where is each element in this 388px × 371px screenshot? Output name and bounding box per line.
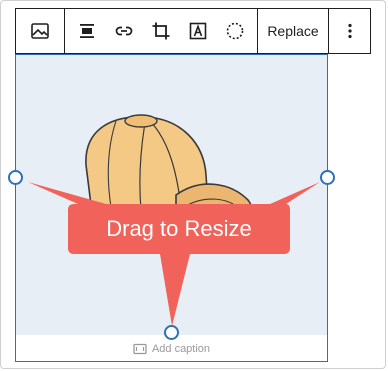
caption-area[interactable]: Add caption [16, 341, 327, 357]
crop-icon[interactable] [145, 15, 177, 47]
image-block-icon[interactable] [24, 15, 56, 47]
image-preview [16, 55, 327, 335]
cap-illustration [85, 114, 253, 233]
options-group [329, 9, 370, 53]
resize-handle-bottom[interactable] [164, 325, 179, 340]
caption-icon [133, 343, 147, 355]
block-toolbar: Replace [15, 8, 371, 54]
text-overlay-icon[interactable] [182, 15, 214, 47]
replace-button[interactable]: Replace [263, 17, 322, 45]
align-center-icon[interactable] [71, 15, 103, 47]
caption-placeholder: Add caption [151, 343, 211, 355]
block-controls-group [65, 9, 257, 53]
block-type-group [16, 9, 64, 53]
replace-group: Replace [258, 9, 328, 53]
resize-handle-right[interactable] [320, 170, 335, 185]
duotone-icon[interactable] [219, 15, 251, 47]
resize-handle-left[interactable] [8, 170, 23, 185]
more-options-icon[interactable] [334, 15, 366, 47]
callout-label: Drag to Resize [106, 216, 252, 241]
link-icon[interactable] [108, 15, 140, 47]
